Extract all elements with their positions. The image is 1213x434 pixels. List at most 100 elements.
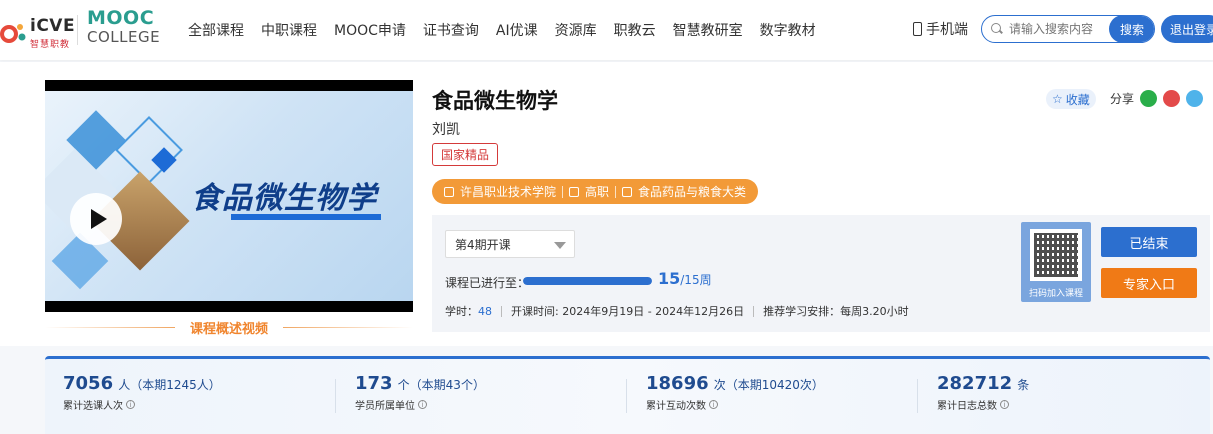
expert-entry-button[interactable]: 专家入口 (1101, 268, 1197, 298)
share-bar: 分享 (1110, 90, 1204, 107)
tag-school[interactable]: 许昌职业技术学院 (460, 183, 556, 200)
school-icon (444, 186, 454, 197)
nav-item-zhijiaoyun[interactable]: 职教云 (614, 20, 656, 40)
hours-label: 学时：48 (445, 305, 492, 318)
stat-unit: 条 (1017, 378, 1030, 392)
progress-label: 课程已进行至： (445, 276, 530, 290)
top-header: iCVE 智慧职教 MOOC COLLEGE 全部课程 中职课程 MOOC申请 … (0, 0, 1213, 60)
qq-icon[interactable] (1186, 90, 1204, 107)
nav-item-certificate-query[interactable]: 证书查询 (423, 20, 479, 40)
star-icon: ☆ (1052, 92, 1063, 106)
stat-number: 282712 (937, 373, 1013, 394)
course-teacher[interactable]: 刘凯 (432, 119, 460, 139)
weibo-icon[interactable] (1163, 90, 1181, 107)
qr-caption: 扫码加入课程 (1028, 289, 1083, 299)
stat-enrollments: 7056 人（本期1245人） 累计选课人次 i (63, 373, 221, 412)
stat-interactions: 18696 次（本期10420次） 累计互动次数 i (646, 373, 824, 412)
phone-icon (913, 22, 922, 36)
favorite-button[interactable]: ☆ 收藏 (1046, 89, 1096, 109)
progress-bar (523, 277, 652, 285)
stat-unit: 个（本期43个） (397, 378, 485, 392)
info-icon[interactable]: i (418, 400, 427, 409)
search-icon (991, 23, 1003, 35)
play-icon (90, 209, 107, 229)
nav-item-all-courses[interactable]: 全部课程 (188, 20, 244, 40)
search-input[interactable] (1009, 22, 1109, 36)
stat-number: 18696 (646, 373, 709, 394)
hours-value: 48 (478, 305, 492, 318)
progress-current: 15 (658, 269, 681, 288)
search-button[interactable]: 搜索 (1109, 16, 1154, 42)
tag-divider (615, 185, 617, 198)
video-thumbnail: 食品微生物学 (45, 91, 413, 301)
stat-logs: 282712 条 累计日志总数 i (937, 373, 1029, 412)
course-info-panel: 第4期开课 课程已进行至： 15/15周 学时：48 开课时间: 2024年9月… (432, 215, 1210, 332)
stat-divider (626, 379, 627, 413)
book-icon (622, 186, 633, 197)
icve-logo[interactable]: iCVE 智慧职教 (0, 10, 75, 50)
stat-label: 学员所属单位 (355, 401, 415, 412)
mobile-label: 手机端 (926, 22, 968, 38)
nav-item-digital-textbooks[interactable]: 数字教材 (760, 20, 816, 40)
stat-unit: 次（本期10420次） (713, 378, 824, 392)
course-card: 食品微生物学 课程概述视频 食品微生物学 刘凯 国家精品 许昌职业技术学院 高职… (0, 62, 1213, 346)
stat-divider (917, 379, 918, 413)
share-label: 分享 (1110, 92, 1135, 106)
stat-divider (335, 379, 336, 413)
recommend-text: 推荐学习安排：每周3.20小时 (763, 305, 909, 318)
nav-item-teaching-research[interactable]: 智慧教研室 (673, 20, 743, 40)
national-quality-badge: 国家精品 (432, 143, 499, 166)
video-title-text: 食品微生物学 (191, 181, 377, 216)
decor-diamond (115, 116, 183, 184)
college-logo-text: COLLEGE (87, 28, 161, 46)
play-button[interactable] (70, 193, 122, 245)
course-stats-bar: 7056 人（本期1245人） 累计选课人次 i 173 个（本期43个） 学员所… (45, 356, 1210, 434)
logo-divider (77, 15, 78, 45)
course-meta: 学时：48 开课时间: 2024年9月19日 - 2024年12月26日 推荐学… (445, 303, 909, 319)
term-select-value: 第4期开课 (455, 237, 511, 252)
logout-button[interactable]: 退出登录 (1161, 15, 1213, 43)
course-title: 食品微生物学 (432, 89, 558, 113)
layers-icon (569, 186, 580, 197)
stat-label: 累计互动次数 (646, 401, 706, 412)
video-title-underline (231, 214, 381, 220)
nav-item-secondary-courses[interactable]: 中职课程 (261, 20, 317, 40)
video-caption: 课程概述视频 (45, 318, 413, 337)
icve-logo-subtext: 智慧职教 (30, 40, 71, 50)
nav-item-resource-library[interactable]: 资源库 (555, 20, 597, 40)
tag-level[interactable]: 高职 (585, 183, 609, 200)
course-ended-button[interactable]: 已结束 (1101, 227, 1197, 257)
stat-number: 173 (355, 373, 393, 394)
main-nav: 全部课程 中职课程 MOOC申请 证书查询 AI优课 资源库 职教云 智慧教研室… (188, 0, 833, 60)
stat-label: 累计日志总数 (937, 401, 997, 412)
stat-institutions: 173 个（本期43个） 学员所属单位 i (355, 373, 485, 412)
join-course-qr[interactable]: 扫码加入课程 (1021, 222, 1091, 302)
stat-unit: 人（本期1245人） (118, 378, 221, 392)
progress-bar-fill (523, 277, 652, 285)
nav-item-ai-courses[interactable]: AI优课 (496, 20, 538, 40)
course-video-player[interactable]: 食品微生物学 (45, 80, 413, 312)
chevron-down-icon (554, 242, 566, 249)
progress-value: 15/15周 (658, 269, 712, 288)
mobile-app-link[interactable]: 手机端 (913, 19, 968, 39)
mooc-logo-text: MOOC (87, 7, 155, 29)
icve-logo-text: iCVE (30, 16, 76, 36)
wechat-icon[interactable] (1140, 90, 1158, 107)
info-icon[interactable]: i (1000, 400, 1009, 409)
nav-item-mooc-apply[interactable]: MOOC申请 (334, 20, 406, 40)
favorite-label: 收藏 (1065, 92, 1090, 107)
meta-divider (501, 305, 502, 317)
term-select[interactable]: 第4期开课 (445, 230, 575, 258)
stat-label: 累计选课人次 (63, 401, 123, 412)
stat-number: 7056 (63, 373, 114, 394)
info-icon[interactable]: i (709, 400, 718, 409)
progress-total: /15周 (680, 273, 712, 287)
tag-divider (562, 185, 564, 198)
tag-category[interactable]: 食品药品与粮食大类 (638, 183, 746, 200)
meta-divider (753, 305, 755, 317)
icve-logo-mark-icon (0, 24, 26, 43)
course-tags: 许昌职业技术学院 高职 食品药品与粮食大类 (432, 179, 759, 204)
info-icon[interactable]: i (126, 400, 135, 409)
qr-code-icon (1030, 229, 1082, 281)
mooc-college-logo[interactable]: MOOC COLLEGE (87, 8, 167, 48)
